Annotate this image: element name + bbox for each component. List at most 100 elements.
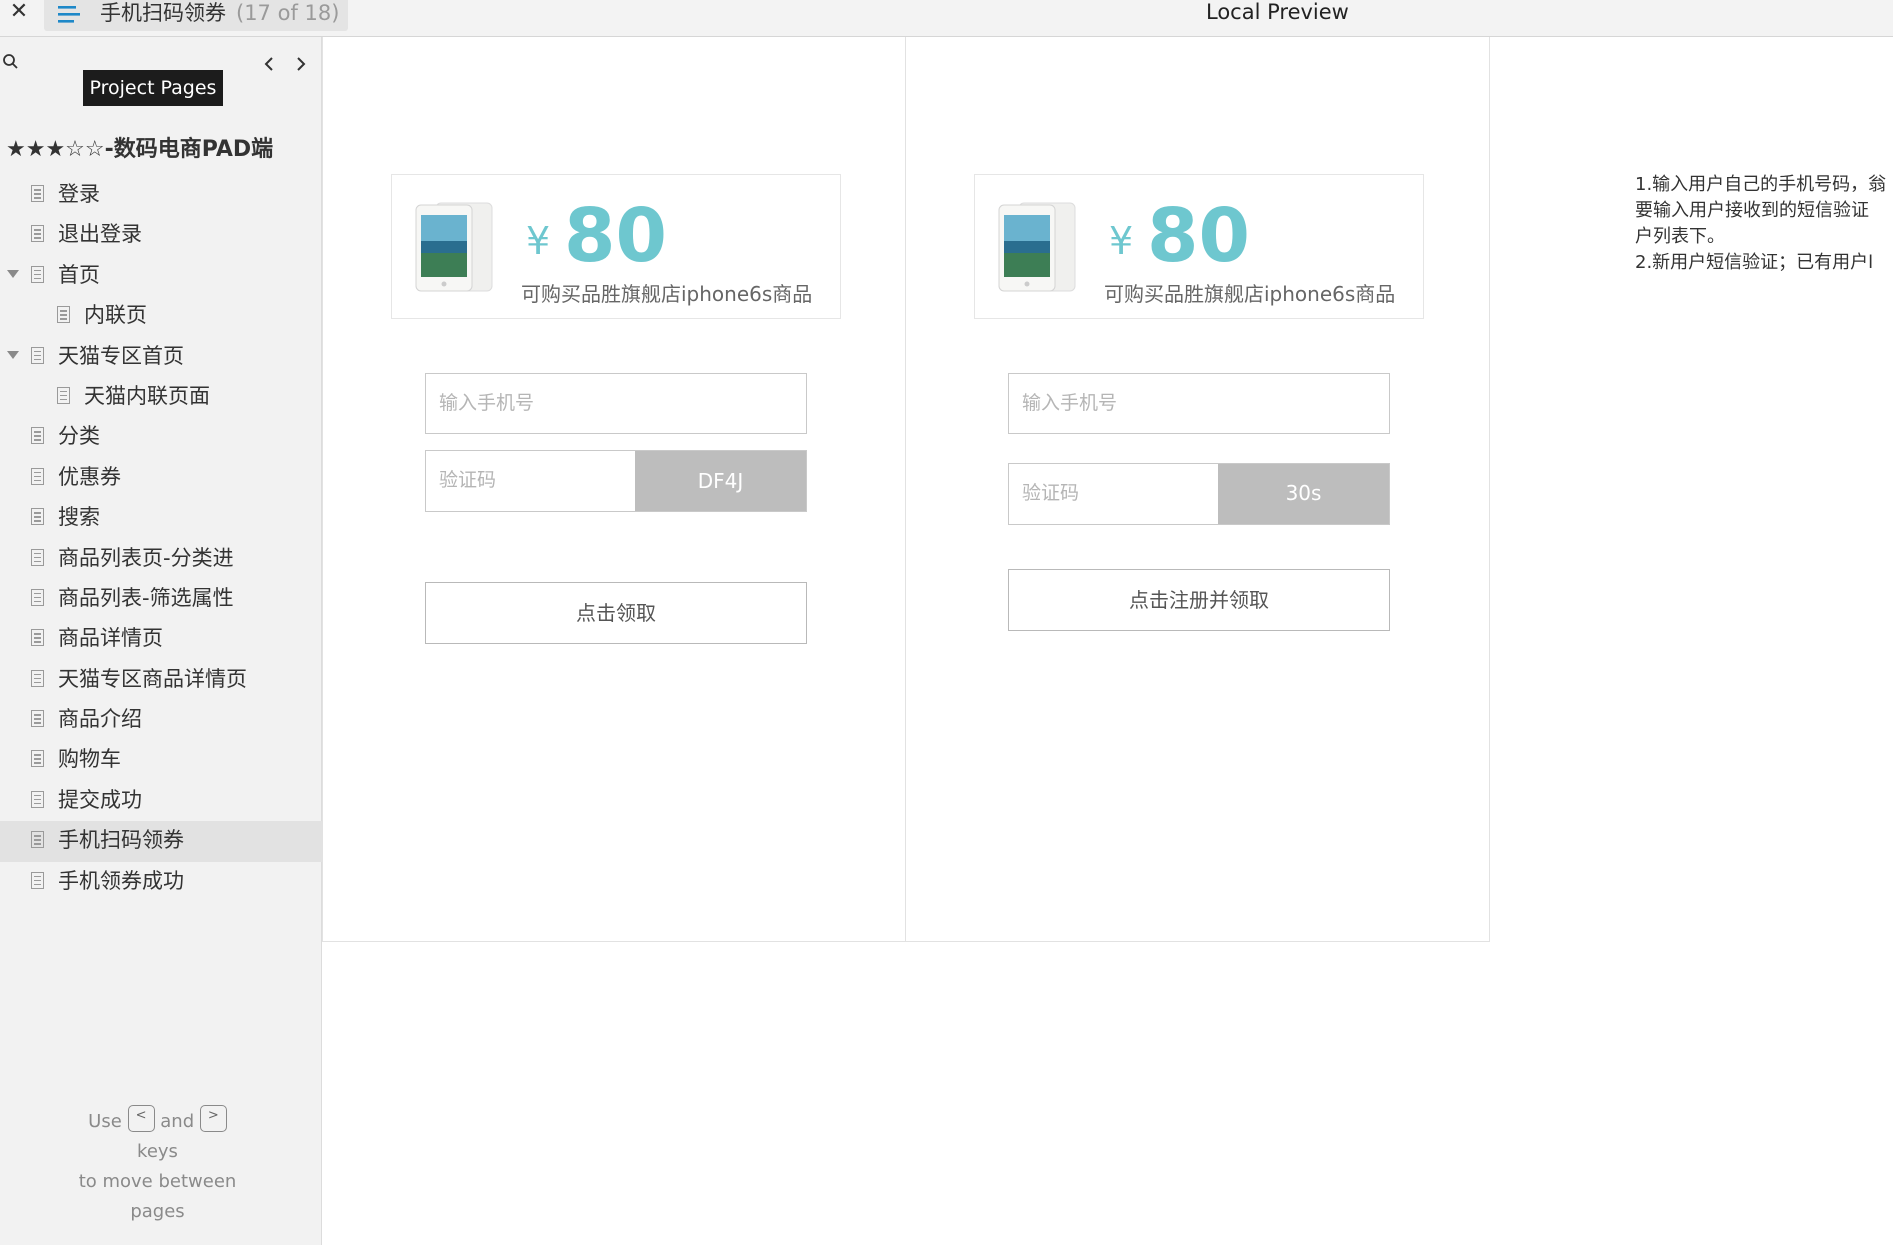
note-line-2: 要输入用户接收到的短信验证 xyxy=(1635,200,1869,221)
menu-icon[interactable] xyxy=(56,4,82,24)
tree-item-label: 提交成功 xyxy=(58,787,142,812)
tree-item-label: 搜索 xyxy=(58,505,100,530)
tree-item[interactable]: 天猫内联页面 xyxy=(0,377,322,417)
coupon-amount: 80 xyxy=(564,193,667,279)
tree-item[interactable]: 优惠券 xyxy=(0,458,322,498)
tree-item[interactable]: 商品列表-筛选属性 xyxy=(0,579,322,619)
expand-arrow-icon[interactable] xyxy=(7,350,19,359)
tree-item[interactable]: 首页 xyxy=(0,256,322,296)
next-key-icon: > xyxy=(199,1104,227,1132)
search-icon[interactable] xyxy=(2,53,20,71)
countdown-button[interactable]: 30s xyxy=(1218,464,1389,524)
tree-item-label: 手机领券成功 xyxy=(58,868,184,893)
page-icon xyxy=(31,185,44,202)
tree-item[interactable]: 分类 xyxy=(0,417,322,457)
coupon-description: 可购买品胜旗舰店iphone6s商品 xyxy=(1104,282,1396,306)
top-bar: ✕ 手机扫码领券 (17 of 18) Local Preview xyxy=(0,0,1893,37)
tree-item[interactable]: 购物车 xyxy=(0,740,322,780)
page-icon xyxy=(31,265,44,283)
annotation-notes: 1.输入用户自己的手机号码，翁 要输入用户接收到的短信验证 户列表下。 2.新用… xyxy=(1635,172,1893,276)
page-icon xyxy=(31,548,44,566)
page-icon xyxy=(31,871,44,889)
page-icon xyxy=(57,306,70,324)
page-icon xyxy=(31,508,44,526)
page-icon xyxy=(31,750,44,768)
tree-item[interactable]: 登录 xyxy=(0,175,322,215)
page-icon xyxy=(31,346,44,364)
tree-item-label: 内联页 xyxy=(84,303,147,328)
tree-item-label: 分类 xyxy=(58,424,100,449)
note-line-3: 户列表下。 xyxy=(1635,226,1725,247)
yen-symbol: ¥ xyxy=(526,219,551,263)
project-title: ★★★☆☆-数码电商PAD端 xyxy=(6,137,274,162)
tree-item-label: 优惠券 xyxy=(58,464,121,489)
help-line3: pages xyxy=(130,1201,185,1222)
tree-item[interactable]: 商品介绍 xyxy=(0,700,322,740)
tree-item-label: 天猫专区商品详情页 xyxy=(58,666,247,691)
tree-item[interactable]: 天猫专区商品详情页 xyxy=(0,660,322,700)
tree-item-label: 商品列表-筛选属性 xyxy=(58,585,234,610)
page-icon xyxy=(31,225,44,243)
preview-title: Local Preview xyxy=(1206,0,1349,24)
tree-item[interactable]: 退出登录 xyxy=(0,215,322,255)
register-and-claim-button[interactable]: 点击注册并领取 xyxy=(1008,569,1390,631)
page-tree: 登录退出登录首页内联页天猫专区首页天猫内联页面分类优惠券搜索商品列表页-分类进商… xyxy=(0,175,322,902)
page-icon xyxy=(31,588,44,606)
keyboard-help: Use < and > keys to move between pages xyxy=(0,1104,315,1227)
tree-item[interactable]: 手机领券成功 xyxy=(0,862,322,902)
phone-product-image xyxy=(998,202,1076,292)
help-line2: to move between xyxy=(78,1171,237,1192)
tree-item-label: 商品详情页 xyxy=(58,626,163,651)
verification-code-row: 验证码 30s xyxy=(1008,463,1390,525)
tree-item-label: 商品列表页-分类进 xyxy=(58,545,234,570)
chevron-right-icon[interactable] xyxy=(290,50,312,78)
tree-item-label: 手机扫码领券 xyxy=(58,828,184,853)
phone-number-placeholder: 输入手机号 xyxy=(439,392,535,414)
coupon-panel-new-user: ¥ 80 可购买品胜旗舰店iphone6s商品 输入手机号 验证码 30s 点击… xyxy=(906,37,1490,942)
tree-item[interactable]: 搜索 xyxy=(0,498,322,538)
page-icon xyxy=(31,669,44,687)
tree-item[interactable]: 商品列表页-分类进 xyxy=(0,539,322,579)
verification-code-row: 验证码 DF4J xyxy=(425,450,807,512)
page-icon xyxy=(31,790,44,808)
page-tab-title: 手机扫码领券 (17 of 18) xyxy=(100,0,339,26)
page-tab-name: 手机扫码领券 xyxy=(100,1,226,25)
page-icon xyxy=(31,427,44,445)
phone-number-input[interactable]: 输入手机号 xyxy=(1008,373,1390,434)
note-line-1: 1.输入用户自己的手机号码，翁 xyxy=(1635,174,1887,195)
tree-item-label: 天猫内联页面 xyxy=(84,383,210,408)
help-keys-text: keys xyxy=(137,1141,178,1162)
phone-number-input[interactable]: 输入手机号 xyxy=(425,373,807,434)
verification-code-placeholder: 验证码 xyxy=(1022,482,1080,504)
expand-arrow-icon[interactable] xyxy=(7,269,19,278)
tree-item[interactable]: 手机扫码领券 xyxy=(0,821,322,862)
verification-code-placeholder: 验证码 xyxy=(439,469,497,491)
chevron-left-icon[interactable] xyxy=(258,50,280,78)
verification-code-input[interactable]: 验证码 xyxy=(426,451,636,511)
phone-number-placeholder: 输入手机号 xyxy=(1022,392,1118,414)
page-icon xyxy=(31,831,44,849)
project-pages-tooltip: Project Pages xyxy=(83,70,223,106)
tree-item-label: 首页 xyxy=(58,262,100,287)
tree-item[interactable]: 提交成功 xyxy=(0,781,322,821)
close-icon[interactable]: ✕ xyxy=(4,0,34,24)
coupon-panel-existing: ¥ 80 可购买品胜旗舰店iphone6s商品 输入手机号 验证码 DF4J 点… xyxy=(322,37,906,942)
current-page-tab[interactable]: 手机扫码领券 (17 of 18) xyxy=(44,0,348,31)
captcha-code-button[interactable]: DF4J xyxy=(635,451,806,511)
page-icon xyxy=(31,629,44,647)
tree-item-label: 登录 xyxy=(58,182,100,206)
coupon-card: ¥ 80 可购买品胜旗舰店iphone6s商品 xyxy=(974,174,1424,319)
help-and-text: and xyxy=(160,1111,195,1132)
tree-item[interactable]: 内联页 xyxy=(0,296,322,336)
tree-item-label: 商品介绍 xyxy=(58,707,142,732)
claim-coupon-button[interactable]: 点击领取 xyxy=(425,582,807,644)
tree-item[interactable]: 商品详情页 xyxy=(0,619,322,659)
verification-code-input[interactable]: 验证码 xyxy=(1009,464,1219,524)
tree-item-label: 天猫专区首页 xyxy=(58,343,184,368)
page-icon xyxy=(31,467,44,485)
prev-key-icon: < xyxy=(127,1104,155,1132)
page-icon xyxy=(57,386,70,404)
tree-item[interactable]: 天猫专区首页 xyxy=(0,337,322,377)
page-count: (17 of 18) xyxy=(236,1,340,25)
coupon-description: 可购买品胜旗舰店iphone6s商品 xyxy=(521,282,813,306)
